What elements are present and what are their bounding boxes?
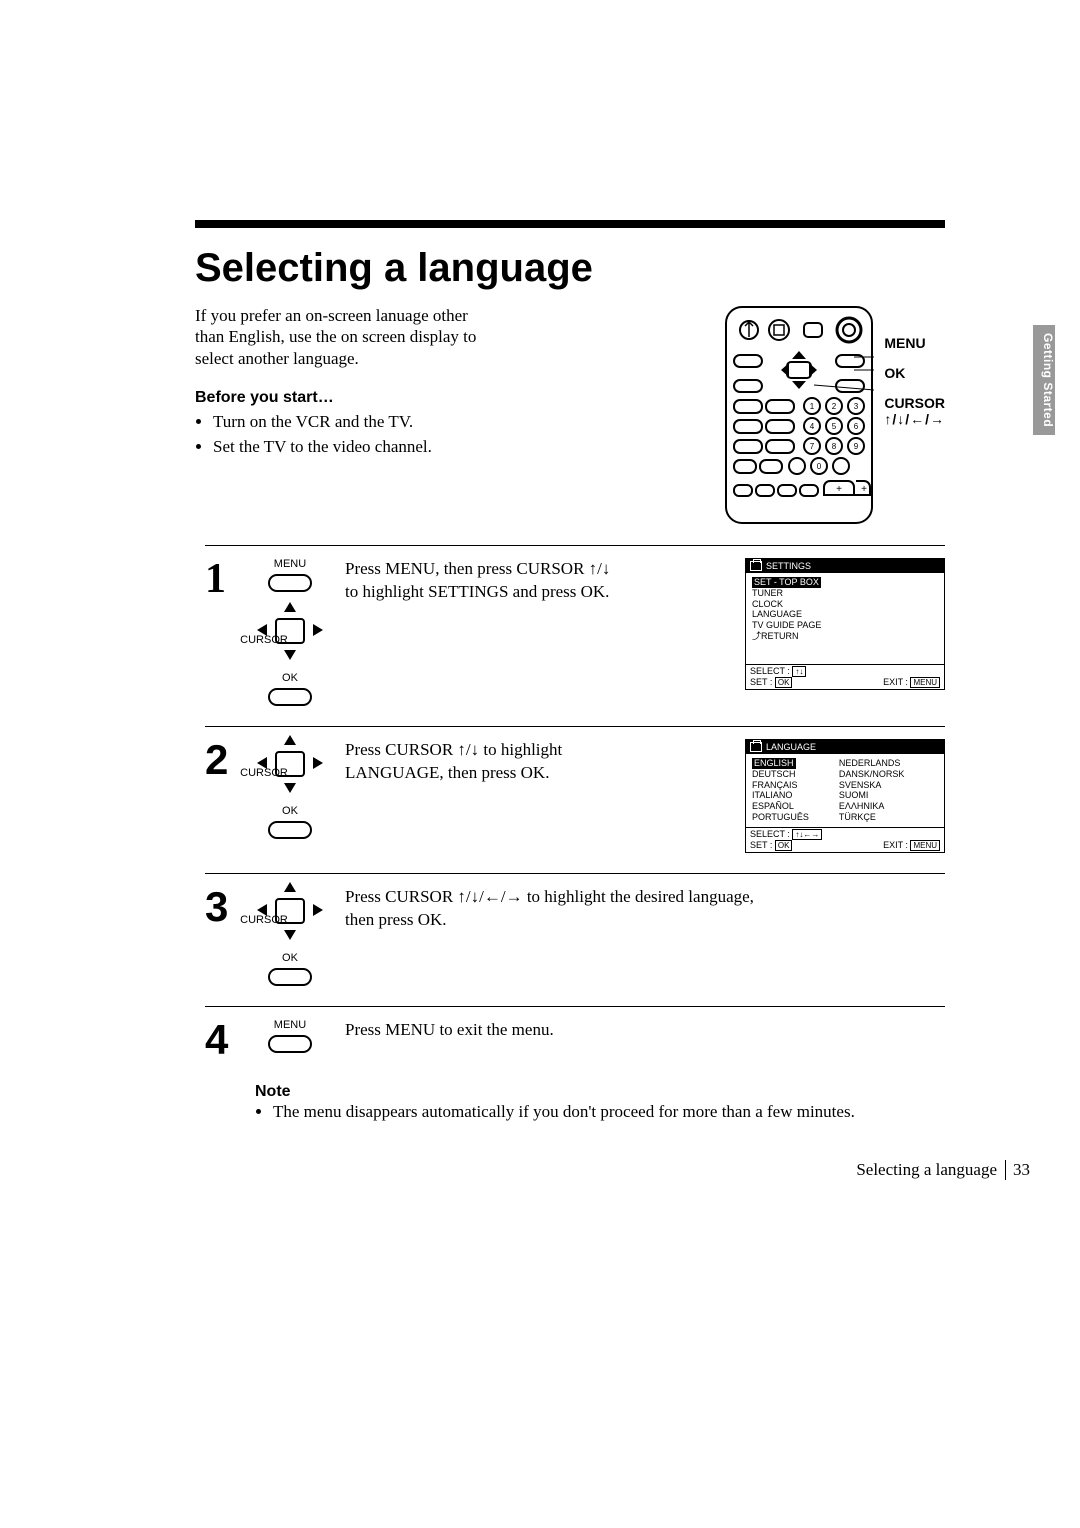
menu-button-label: MENU	[274, 1019, 306, 1031]
step-number-3: 3	[205, 886, 235, 928]
note-heading: Note	[255, 1083, 945, 1101]
osd-item-highlighted: SET - TOP BOX	[752, 577, 821, 588]
top-rule	[195, 220, 945, 228]
svg-text:6: 6	[854, 422, 859, 431]
osd-footer-exit: EXIT	[883, 840, 903, 850]
svg-text:1: 1	[810, 402, 815, 411]
page-number: 33	[1005, 1160, 1030, 1180]
svg-text:+: +	[861, 484, 867, 495]
osd-item: LANGUAGE	[752, 609, 938, 620]
svg-text:9: 9	[854, 442, 859, 451]
svg-text:4: 4	[810, 422, 815, 431]
menu-button-icon	[268, 1035, 312, 1053]
osd-lang-item: ΕΛΛΗΝΙΚΑ	[839, 801, 905, 812]
osd-footer-ok: OK	[775, 677, 793, 688]
cursor-dpad-icon	[255, 886, 325, 936]
osd-footer-select: SELECT	[750, 666, 785, 676]
osd-lang-item: FRANÇAIS	[752, 780, 809, 791]
svg-text:8: 8	[832, 442, 837, 451]
ok-button-icon	[268, 688, 312, 706]
section-tab-getting-started: Getting Started	[1033, 325, 1055, 435]
cursor-dpad-icon	[255, 606, 325, 656]
osd-lang-item: PORTUGUÊS	[752, 812, 809, 823]
osd-lang-item: DANSK/NORSK	[839, 769, 905, 780]
svg-text:+: +	[836, 484, 842, 495]
svg-text:2: 2	[832, 402, 837, 411]
osd-item: CLOCK	[752, 599, 938, 610]
bys-item: Set the TV to the video channel.	[213, 437, 495, 457]
osd-language-screen: LANGUAGE ENGLISH DEUTSCH FRANÇAIS ITALIA…	[745, 739, 945, 853]
osd-settings-screen: SETTINGS SET - TOP BOX TUNER CLOCK LANGU…	[745, 558, 945, 690]
osd-settings-title: SETTINGS	[766, 561, 811, 571]
svg-text:7: 7	[810, 442, 815, 451]
osd-item: TV GUIDE PAGE	[752, 620, 938, 631]
svg-text:5: 5	[832, 422, 837, 431]
osd-footer-menu: MENU	[910, 840, 940, 851]
bys-item: Turn on the VCR and the TV.	[213, 412, 495, 432]
intro-paragraph: If you prefer an on-screen lanuage other…	[195, 305, 495, 369]
footer-title: Selecting a language	[856, 1160, 997, 1180]
osd-lang-item: SUOMI	[839, 790, 905, 801]
svg-text:0: 0	[817, 462, 822, 471]
remote-label-cursor: CURSOR	[884, 395, 945, 411]
osd-footer-ok: OK	[775, 840, 793, 851]
page-title: Selecting a language	[195, 246, 945, 291]
step-number-4: 4	[205, 1019, 235, 1061]
svg-text:3: 3	[854, 402, 859, 411]
osd-lang-item: DEUTSCH	[752, 769, 809, 780]
osd-footer-select: SELECT	[750, 829, 785, 839]
osd-lang-item: NEDERLANDS	[839, 758, 905, 769]
osd-lang-item: TÜRKÇE	[839, 812, 905, 823]
osd-lang-highlighted: ENGLISH	[752, 758, 796, 769]
step-3-text: Press CURSOR ↑/↓/←/→ to highlight the de…	[345, 886, 775, 932]
step-2-text: Press CURSOR ↑/↓ to highlight LANGUAGE, …	[345, 739, 625, 785]
before-you-start-heading: Before you start…	[195, 389, 495, 407]
remote-label-ok: OK	[884, 365, 945, 381]
menu-button-label: MENU	[274, 558, 306, 570]
osd-lang-item: ITALIANO	[752, 790, 809, 801]
note-item: The menu disappears automatically if you…	[273, 1101, 945, 1123]
step-number-1: 1	[205, 558, 235, 600]
step-1-text: Press MENU, then press CURSOR ↑/↓ to hig…	[345, 558, 625, 604]
osd-lang-item: SVENSKA	[839, 780, 905, 791]
menu-button-icon	[268, 574, 312, 592]
ok-button-label: OK	[282, 952, 298, 964]
osd-item: ⤴RETURN	[752, 631, 938, 642]
osd-footer-menu: MENU	[910, 677, 940, 688]
osd-language-title: LANGUAGE	[766, 742, 816, 752]
osd-footer-set: SET	[750, 677, 767, 687]
ok-button-label: OK	[282, 672, 298, 684]
ok-button-label: OK	[282, 805, 298, 817]
osd-lang-item: ESPAÑOL	[752, 801, 809, 812]
osd-footer-set: SET	[750, 840, 767, 850]
step-number-2: 2	[205, 739, 235, 781]
remote-label-menu: MENU	[884, 335, 945, 351]
ok-button-icon	[268, 821, 312, 839]
cursor-dpad-icon	[255, 739, 325, 789]
before-you-start-list: Turn on the VCR and the TV. Set the TV t…	[195, 412, 495, 457]
osd-item: TUNER	[752, 588, 938, 599]
step-4-text: Press MENU to exit the menu.	[345, 1019, 775, 1042]
remote-illustration: 1 2 3 4 5 6 7 8 9 0 + +	[724, 305, 874, 525]
osd-footer-exit: EXIT	[883, 677, 903, 687]
remote-label-arrows: ↑/↓/←/→	[884, 411, 945, 427]
ok-button-icon	[268, 968, 312, 986]
